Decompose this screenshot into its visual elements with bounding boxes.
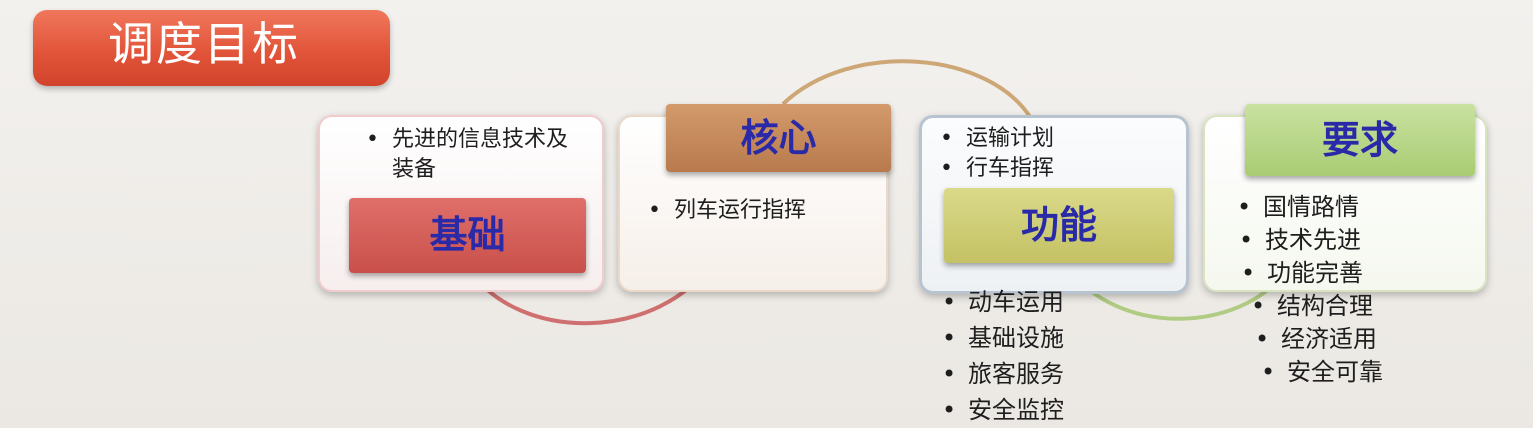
- list-item: 列车运行指挥: [648, 193, 806, 229]
- list-yaoqiu: 国情路情 技术先进 功能完善 结构合理 经济适用 安全可靠: [1237, 191, 1383, 389]
- list-item: 运输计划: [940, 124, 1054, 154]
- label-hexin: 核心: [666, 104, 891, 172]
- list-hexin: 列车运行指挥: [648, 193, 806, 229]
- list-gongneng-top: 运输计划 行车指挥: [940, 124, 1054, 184]
- list-gongneng-bottom: 动车运用 基础设施 旅客服务 安全监控: [942, 284, 1064, 428]
- list-item: 安全可靠: [1261, 356, 1383, 389]
- list-item: 安全监控: [942, 392, 1064, 428]
- list-jichu: 先进的信息技术及装备: [366, 125, 586, 185]
- label-gongneng: 功能: [944, 188, 1174, 263]
- list-item: 行车指挥: [940, 154, 1054, 184]
- list-item: 功能完善: [1241, 257, 1383, 290]
- list-item: 先进的信息技术及装备: [366, 125, 586, 185]
- list-item: 旅客服务: [942, 356, 1064, 392]
- list-item: 基础设施: [942, 320, 1064, 356]
- list-item: 国情路情: [1237, 191, 1383, 224]
- label-jichu: 基础: [349, 198, 586, 273]
- list-item: 结构合理: [1251, 290, 1383, 323]
- list-item: 动车运用: [942, 284, 1064, 320]
- list-item: 经济适用: [1255, 323, 1383, 356]
- list-item: 技术先进: [1239, 224, 1383, 257]
- label-yaoqiu: 要求: [1245, 104, 1475, 176]
